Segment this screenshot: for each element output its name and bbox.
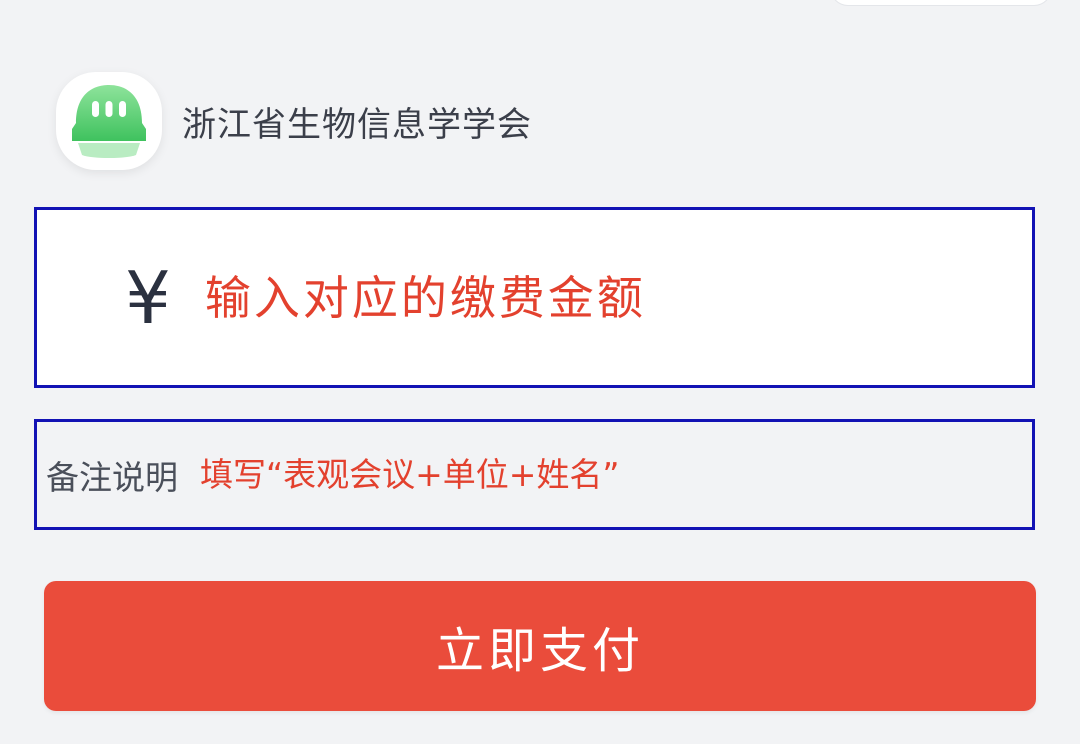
remark-input[interactable]: [200, 455, 900, 494]
payee-header: 浙江省生物信息学学会: [56, 72, 532, 170]
currency-symbol: ¥: [125, 255, 171, 340]
amount-input[interactable]: [204, 270, 945, 325]
bot-logo-icon: [72, 85, 146, 158]
payment-page: 浙江省生物信息学学会 ¥ 备注说明 立即支付: [0, 0, 1080, 744]
amount-field[interactable]: ¥: [34, 207, 1035, 388]
top-pill-partial[interactable]: [830, 0, 1052, 6]
payee-name: 浙江省生物信息学学会: [182, 104, 532, 145]
pay-now-button[interactable]: 立即支付: [44, 581, 1036, 711]
payee-avatar: [56, 72, 162, 170]
remark-field[interactable]: 备注说明: [34, 419, 1035, 530]
remark-label: 备注说明: [46, 457, 178, 497]
